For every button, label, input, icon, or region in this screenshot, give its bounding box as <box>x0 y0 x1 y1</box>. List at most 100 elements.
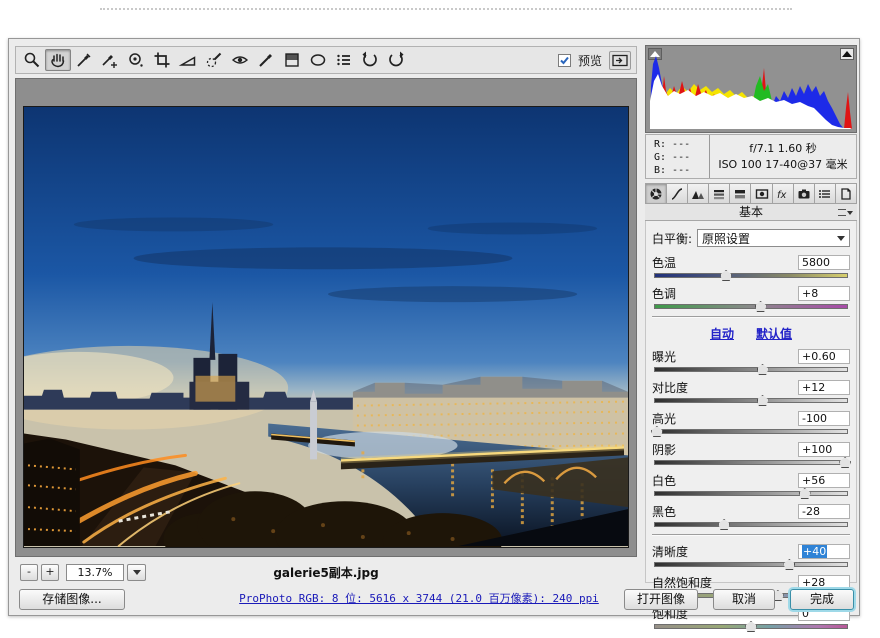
targeted-adjustment-tool[interactable] <box>123 49 149 71</box>
slider-contrast: 对比度 +12 <box>652 379 850 403</box>
slider-value-field[interactable]: 5800 <box>798 255 850 270</box>
preview-bottom-strip: - + 13.7% galerie5副本.jpg <box>15 560 637 584</box>
slider-value-field[interactable]: +28 <box>798 575 850 590</box>
preferences-tool[interactable] <box>331 49 357 71</box>
slider-label: 曝光 <box>652 348 676 365</box>
panel-tabs: fx <box>645 183 857 204</box>
tab-presets[interactable] <box>815 183 836 204</box>
chevron-down-icon <box>837 236 845 241</box>
zoom-tool[interactable] <box>19 49 45 71</box>
cancel-button[interactable]: 取消 <box>713 589 775 610</box>
tab-detail[interactable] <box>688 183 709 204</box>
color-sampler-tool[interactable] <box>97 49 123 71</box>
toggle-fullscreen-icon[interactable] <box>609 51 631 70</box>
slider-track[interactable] <box>654 367 848 372</box>
zoom-level-dropdown[interactable] <box>127 564 146 581</box>
slider-label: 对比度 <box>652 379 688 396</box>
crop-tool[interactable] <box>149 49 175 71</box>
slider-thumb[interactable] <box>783 559 795 570</box>
slider-thumb[interactable] <box>757 395 769 406</box>
histogram <box>645 45 857 133</box>
slider-value-field[interactable]: +12 <box>798 380 850 395</box>
auto-link[interactable]: 自动 <box>710 325 734 342</box>
separator <box>652 534 850 536</box>
slider-value-field[interactable]: +0.60 <box>798 349 850 364</box>
tab-camera-calibration[interactable] <box>794 183 815 204</box>
slider-exposure: 曝光 +0.60 <box>652 348 850 372</box>
tab-hsl-grayscale[interactable] <box>709 183 730 204</box>
white-balance-select[interactable]: 原照设置 <box>697 229 850 247</box>
hand-tool[interactable] <box>45 49 71 71</box>
slider-temperature: 色温5800 <box>652 254 850 278</box>
rgb-readout: R: --- G: --- B: --- <box>646 135 710 178</box>
slider-value-field[interactable]: +8 <box>798 286 850 301</box>
slider-track[interactable] <box>654 398 848 403</box>
red-eye-tool[interactable] <box>227 49 253 71</box>
slider-thumb[interactable] <box>651 426 663 437</box>
right-panel: R: --- G: --- B: --- f/7.1 1.60 秒 ISO 10… <box>645 45 857 583</box>
rotate-right-tool[interactable] <box>383 49 409 71</box>
default-link[interactable]: 默认值 <box>756 325 792 342</box>
straighten-tool[interactable] <box>175 49 201 71</box>
white-balance-value: 原照设置 <box>702 230 750 247</box>
slider-track[interactable] <box>654 562 848 567</box>
done-button[interactable]: 完成 <box>790 589 854 610</box>
slider-value-field[interactable]: -100 <box>798 411 850 426</box>
footer-buttons: 打开图像 取消 完成 <box>624 589 854 610</box>
panel-menu-icon[interactable] <box>838 207 854 218</box>
zoom-in-button[interactable]: + <box>41 564 59 581</box>
slider-track[interactable] <box>654 429 848 434</box>
slider-track[interactable] <box>654 491 848 496</box>
zoom-out-button[interactable]: - <box>20 564 38 581</box>
slider-thumb[interactable] <box>799 488 811 499</box>
svg-text:fx: fx <box>777 190 787 201</box>
preview-checkbox[interactable] <box>558 54 571 67</box>
radial-filter-tool[interactable] <box>305 49 331 71</box>
tab-split-toning[interactable] <box>730 183 751 204</box>
slider-whites: 白色+56 <box>652 472 850 496</box>
slider-thumb[interactable] <box>757 364 769 375</box>
photo-preview[interactable] <box>23 106 629 548</box>
white-balance-tool[interactable] <box>71 49 97 71</box>
slider-label: 清晰度 <box>652 543 688 560</box>
graduated-filter-tool[interactable] <box>279 49 305 71</box>
selected-value-text: +40 <box>802 545 827 558</box>
white-balance-label: 白平衡: <box>652 230 692 247</box>
tab-tone-curve[interactable] <box>667 183 688 204</box>
panel-header: 基本 <box>645 204 857 221</box>
slider-thumb[interactable] <box>718 519 730 530</box>
save-image-button[interactable]: 存储图像... <box>19 589 125 610</box>
slider-track[interactable] <box>654 624 848 629</box>
slider-tint: 色调 +8 <box>652 285 850 309</box>
slider-label: 色调 <box>652 285 676 302</box>
slider-thumb[interactable] <box>720 270 732 281</box>
slider-track[interactable] <box>654 304 848 309</box>
workflow-options-link[interactable]: ProPhoto RGB: 8 位: 5616 x 3744 (21.0 百万像… <box>209 590 629 606</box>
tab-snapshots[interactable] <box>836 183 857 204</box>
slider-label: 自然饱和度 <box>652 574 712 591</box>
tab-effects[interactable]: fx <box>773 183 794 204</box>
slider-value-field[interactable]: +40 <box>798 544 850 559</box>
open-image-button[interactable]: 打开图像 <box>624 589 698 610</box>
rotate-left-tool[interactable] <box>357 49 383 71</box>
adjustment-brush-tool[interactable] <box>253 49 279 71</box>
auto-default-links: 自动 默认值 <box>652 325 850 342</box>
r-value: R: --- <box>654 138 709 151</box>
slider-value-field[interactable]: -28 <box>798 504 850 519</box>
slider-label: 高光 <box>652 410 676 427</box>
top-dotted-divider <box>100 8 792 10</box>
slider-value-field[interactable]: +100 <box>798 442 850 457</box>
image-canvas[interactable] <box>15 78 637 557</box>
exif-readout: R: --- G: --- B: --- f/7.1 1.60 秒 ISO 10… <box>645 134 857 179</box>
slider-thumb[interactable] <box>745 621 757 632</box>
slider-thumb[interactable] <box>755 301 767 312</box>
slider-track[interactable] <box>654 273 848 278</box>
spot-removal-tool[interactable] <box>201 49 227 71</box>
slider-thumb[interactable] <box>839 457 851 468</box>
slider-track[interactable] <box>654 460 848 465</box>
zoom-level-field[interactable]: 13.7% <box>66 564 124 581</box>
slider-track[interactable] <box>654 522 848 527</box>
slider-value-field[interactable]: +56 <box>798 473 850 488</box>
tab-basic[interactable] <box>645 183 667 204</box>
tab-lens-corrections[interactable] <box>751 183 772 204</box>
